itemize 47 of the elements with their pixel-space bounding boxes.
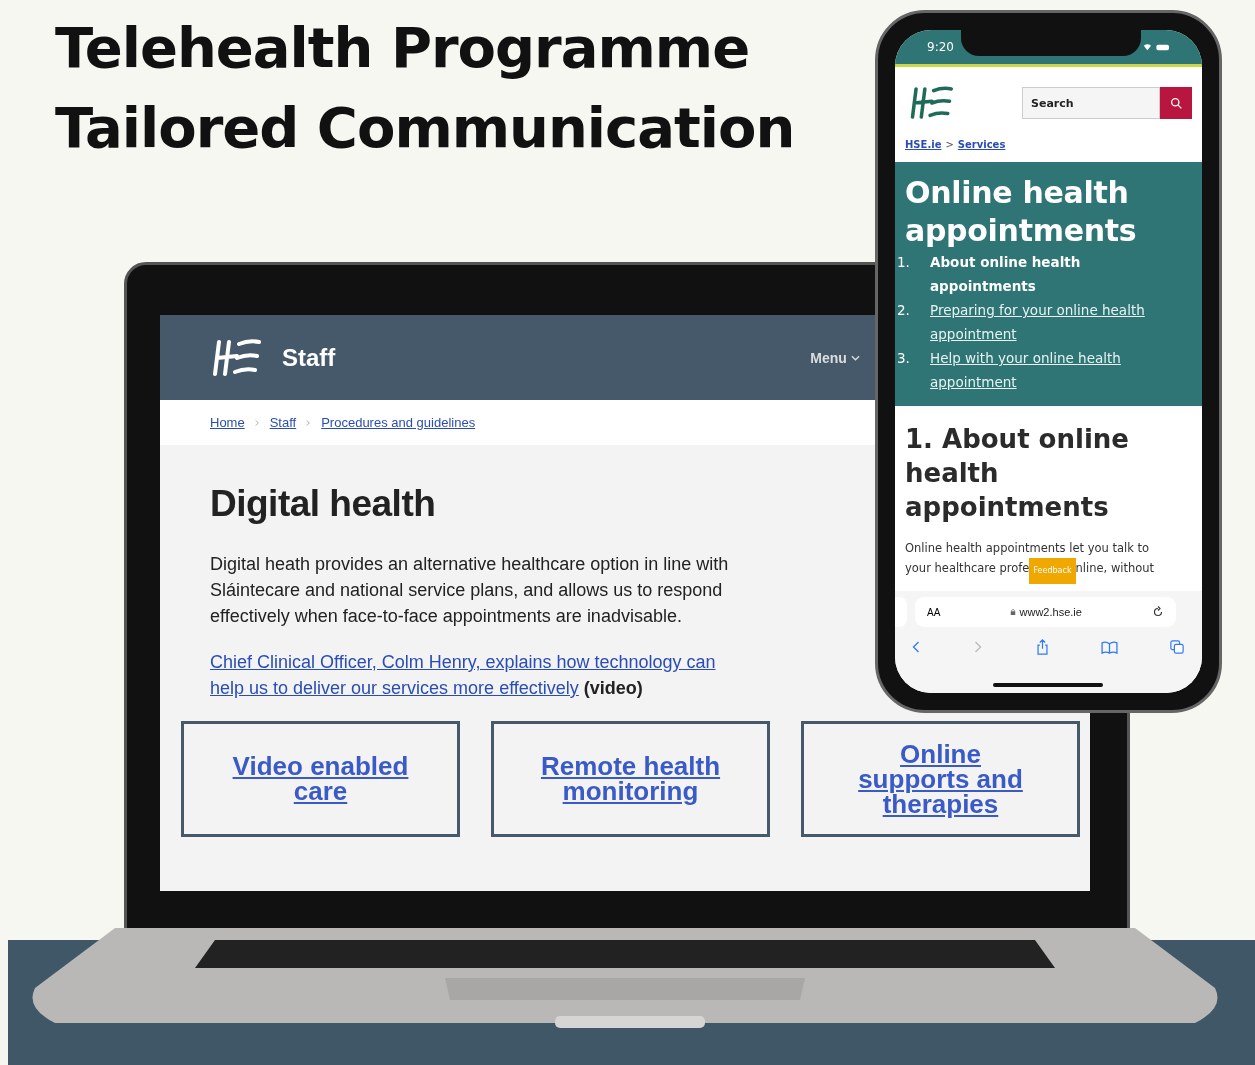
site-section-name: Staff [282,343,336,372]
back-icon[interactable] [911,640,921,654]
paragraph-text: your healthcare profe [905,560,1030,577]
breadcrumb-separator: > [945,139,954,150]
topic-card-link[interactable]: Online supports and therapies [801,721,1080,837]
list-number: 2. [896,301,911,320]
chevron-down-icon [850,354,860,361]
poster-title: Telehealth Programme [55,14,751,82]
address-bar[interactable]: AA www2.hse.ie [915,597,1176,627]
breadcrumb-link[interactable]: Services [957,139,1006,150]
list-number: 1. [896,253,911,272]
bookmarks-icon[interactable] [1100,640,1118,654]
reload-icon[interactable] [1152,606,1164,618]
lock-icon [1010,608,1017,616]
poster-title: Tailored Communication [55,94,795,162]
share-icon[interactable] [1035,639,1049,655]
topic-card-link[interactable]: Remote health monitoring [491,721,770,837]
breadcrumb-link[interactable]: Staff [269,415,297,430]
video-label: (video) [583,678,643,698]
list-number: 3. [896,349,911,368]
menu-button[interactable]: Menu [810,349,860,366]
hse-logo-icon [909,85,953,121]
paragraph-text: Online health appointments let you talk to [905,540,1151,557]
contents-link[interactable]: About online health appointments [930,250,1145,298]
paragraph-text: nline, without [1075,560,1155,577]
tabs-icon[interactable] [1170,640,1184,654]
page-heading: Digital health [210,483,437,525]
hero-title: Online health appointments [904,174,1138,250]
hse-logo-icon [210,337,262,378]
breadcrumb-link[interactable]: HSE.ie [905,139,942,150]
topic-card-link[interactable]: Video enabled care [181,721,460,837]
video-link[interactable]: Chief Clinical Officer, Colm Henry, explains how technology can [210,652,716,672]
search-icon [1169,96,1183,110]
contents-link[interactable]: Preparing for your online health appointment [930,298,1145,346]
breadcrumb-link[interactable]: Home [210,415,245,430]
chevron-right-icon [306,418,312,427]
section-heading: 1. About online health appointments [905,423,1130,524]
intro-paragraph: Digital heath provides an alternative healthcare option in line with Sláintecare and national service plans, and allows us to respond effectively when face-to-face appointments are inadvisable. [210,553,730,628]
contents-link[interactable]: Help with your online health appointment [930,346,1145,394]
search-field[interactable]: Search [1022,87,1160,119]
breadcrumb-link[interactable]: Procedures and guidelines [321,415,476,430]
status-time: 9:20 [927,40,954,54]
text-size-button[interactable]: AA [927,606,941,618]
search-button[interactable] [1160,87,1192,119]
url-text: www2.hse.ie [1010,606,1082,618]
video-link[interactable]: help us to deliver our services more effectively [210,678,579,698]
chevron-right-icon [254,418,260,427]
